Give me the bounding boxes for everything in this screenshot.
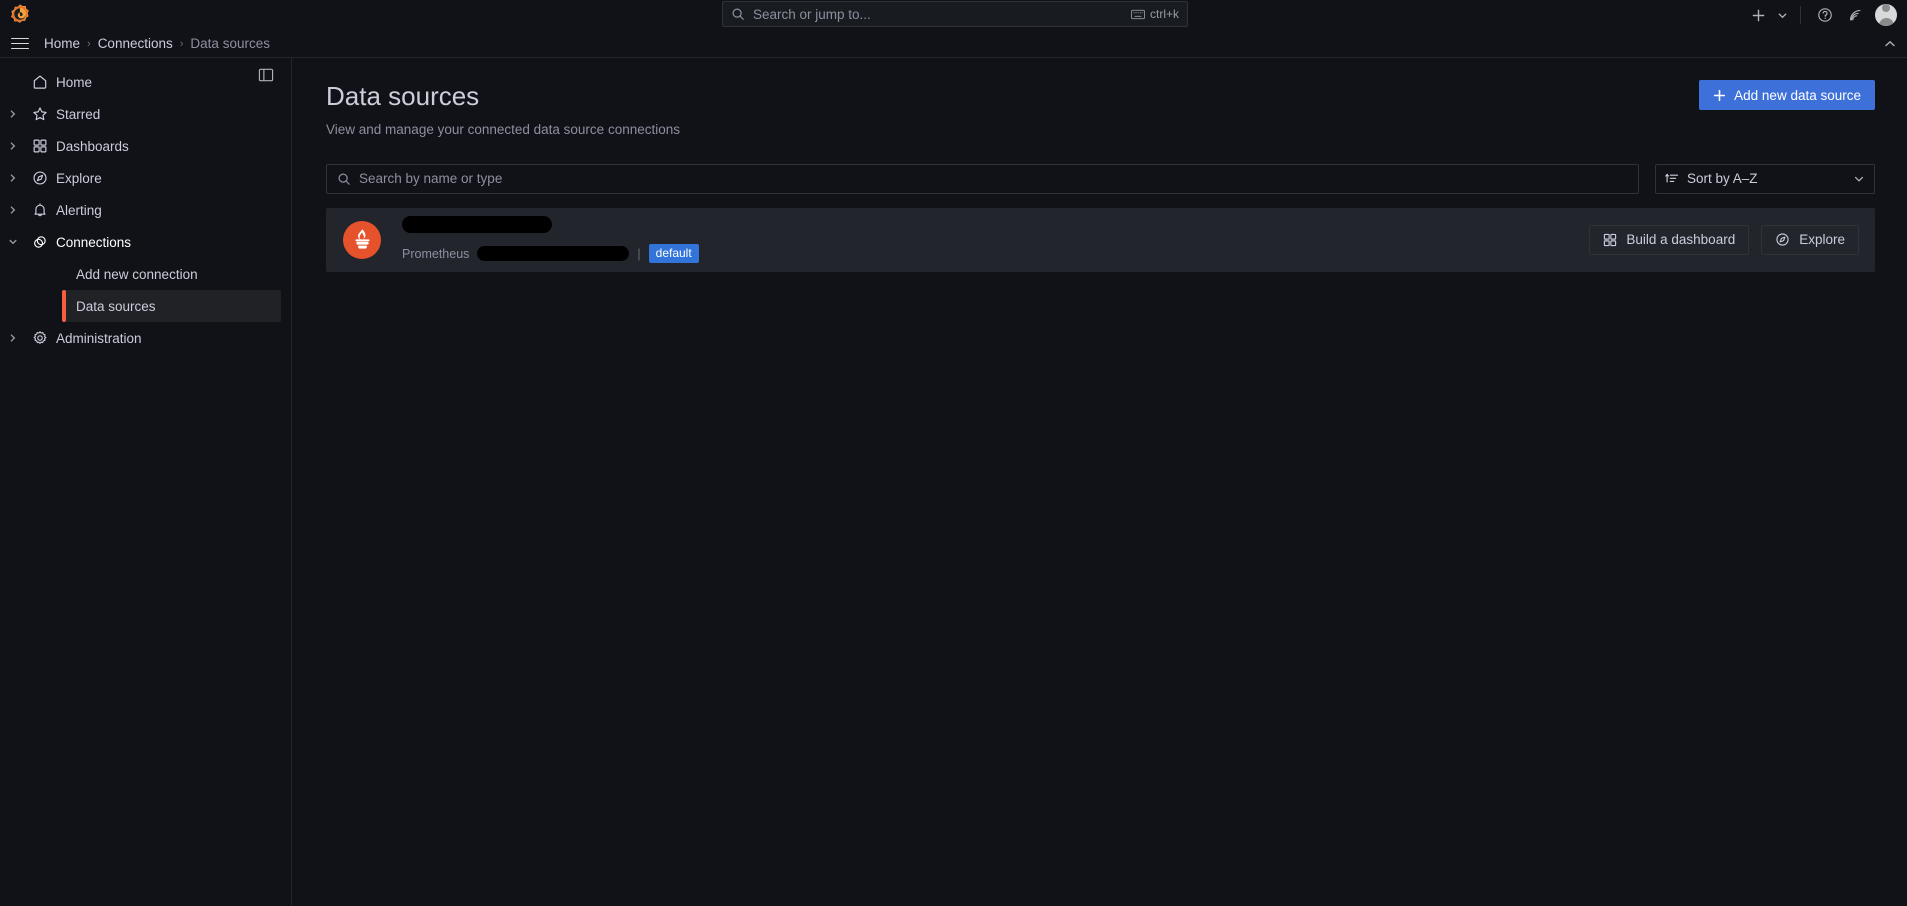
- global-search-shortcut-label: ctrl+k: [1149, 7, 1179, 21]
- explore-label: Explore: [1799, 232, 1845, 247]
- breadcrumb: Home › Connections › Data sources: [44, 36, 270, 51]
- help-circle-icon[interactable]: [1811, 2, 1839, 28]
- topbar-actions: [1744, 0, 1897, 30]
- sidebar-item-data-sources[interactable]: Data sources: [62, 290, 281, 322]
- star-icon: [24, 106, 56, 122]
- data-source-name-redacted: [402, 216, 552, 233]
- plus-icon: [1713, 89, 1726, 102]
- global-search-placeholder: Search or jump to...: [753, 6, 871, 22]
- data-source-actions: Build a dashboard Explore: [1589, 224, 1859, 255]
- search-input[interactable]: [359, 171, 1628, 186]
- breadcrumb-separator: ›: [179, 37, 184, 50]
- meta-divider: |: [637, 246, 641, 261]
- sidebar-item-label: Administration: [56, 330, 142, 346]
- chevron-right-icon[interactable]: [2, 173, 24, 183]
- global-search-shortcut: ctrl+k: [1131, 7, 1179, 21]
- sidebar-item-label: Starred: [56, 106, 101, 122]
- toolbar-divider: [1800, 6, 1801, 24]
- search-icon: [731, 7, 745, 21]
- sidebar-item-dashboards[interactable]: Dashboards: [0, 130, 291, 162]
- chevron-right-icon[interactable]: [2, 333, 24, 343]
- default-badge: default: [648, 244, 699, 263]
- sidebar-item-label: Home: [56, 74, 93, 90]
- page-header-text: Data sources View and manage your connec…: [326, 80, 680, 137]
- home-icon: [24, 74, 56, 90]
- breadcrumb-item-home[interactable]: Home: [44, 36, 80, 51]
- bell-icon: [24, 202, 56, 218]
- compass-icon: [24, 170, 56, 186]
- breadcrumb-bar: Home › Connections › Data sources: [0, 30, 1907, 58]
- page-subtitle: View and manage your connected data sour…: [326, 121, 680, 137]
- gear-icon: [24, 330, 56, 346]
- hamburger-menu-icon[interactable]: [8, 32, 32, 56]
- chevron-right-icon[interactable]: [2, 109, 24, 119]
- data-source-list-item[interactable]: Prometheus | default Build a dashboard E…: [326, 207, 1875, 272]
- data-source-info: Prometheus | default: [402, 216, 1589, 263]
- sidebar-item-explore[interactable]: Explore: [0, 162, 291, 194]
- page-title: Data sources: [326, 81, 480, 111]
- explore-button[interactable]: Explore: [1761, 224, 1859, 255]
- user-avatar-icon[interactable]: [1875, 4, 1897, 26]
- sort-amount-up-icon: [1665, 172, 1679, 186]
- connections-icon: [24, 234, 56, 250]
- top-bar: Search or jump to... ctrl+k: [0, 0, 1907, 30]
- prometheus-logo-icon: [343, 220, 381, 259]
- sidebar-item-label: Dashboards: [56, 138, 129, 154]
- app-shell: Home Starred Dashboards Explore Alerting…: [0, 58, 1907, 906]
- sidebar: Home Starred Dashboards Explore Alerting…: [0, 58, 292, 906]
- sort-dropdown[interactable]: Sort by A–Z: [1655, 163, 1875, 194]
- data-source-type: Prometheus: [402, 246, 470, 261]
- chevron-right-icon[interactable]: [2, 141, 24, 151]
- rss-icon[interactable]: [1841, 2, 1869, 28]
- sidebar-subitem-label: Add new connection: [76, 266, 198, 282]
- search-icon: [337, 172, 351, 186]
- sidebar-item-label: Alerting: [56, 202, 102, 218]
- keyboard-icon: [1131, 9, 1145, 20]
- chevron-right-icon[interactable]: [2, 205, 24, 215]
- dashboards-grid-icon: [1603, 233, 1617, 247]
- sidebar-item-starred[interactable]: Starred: [0, 98, 291, 130]
- grafana-logo-icon[interactable]: [8, 3, 32, 27]
- sidebar-item-alerting[interactable]: Alerting: [0, 194, 291, 226]
- chevron-down-icon[interactable]: [2, 237, 24, 247]
- breadcrumb-item-data-sources: Data sources: [190, 36, 270, 51]
- build-dashboard-label: Build a dashboard: [1626, 232, 1736, 247]
- sidebar-item-administration[interactable]: Administration: [0, 322, 291, 354]
- sidebar-item-home[interactable]: Home: [0, 66, 291, 98]
- sort-dropdown-label: Sort by A–Z: [1687, 171, 1758, 186]
- compass-icon: [1775, 232, 1790, 247]
- data-source-url-redacted: [477, 246, 630, 261]
- chevron-down-icon[interactable]: [1853, 173, 1865, 185]
- breadcrumb-item-connections[interactable]: Connections: [98, 36, 173, 51]
- sidebar-item-connections[interactable]: Connections: [0, 226, 291, 258]
- chevron-up-icon[interactable]: [1883, 30, 1897, 58]
- data-source-meta: Prometheus | default: [402, 244, 1589, 263]
- add-new-data-source-label: Add new data source: [1734, 87, 1861, 103]
- data-source-search[interactable]: [326, 163, 1639, 194]
- sidebar-item-label: Connections: [56, 234, 132, 250]
- page-header: Data sources View and manage your connec…: [326, 80, 1875, 137]
- filters-row: Sort by A–Z: [326, 163, 1875, 194]
- add-new-data-source-button[interactable]: Add new data source: [1699, 80, 1875, 110]
- global-search-box[interactable]: Search or jump to... ctrl+k: [722, 1, 1188, 27]
- sidebar-item-label: Explore: [56, 170, 102, 186]
- sidebar-subitem-label: Data sources: [76, 298, 156, 314]
- sidebar-item-add-new-connection[interactable]: Add new connection: [62, 258, 281, 290]
- breadcrumb-separator: ›: [87, 37, 91, 50]
- main-content: Data sources View and manage your connec…: [292, 58, 1907, 906]
- build-dashboard-button[interactable]: Build a dashboard: [1589, 224, 1750, 255]
- dashboards-grid-icon: [24, 138, 56, 154]
- chevron-down-icon[interactable]: [1774, 2, 1790, 28]
- plus-icon[interactable]: [1744, 2, 1772, 28]
